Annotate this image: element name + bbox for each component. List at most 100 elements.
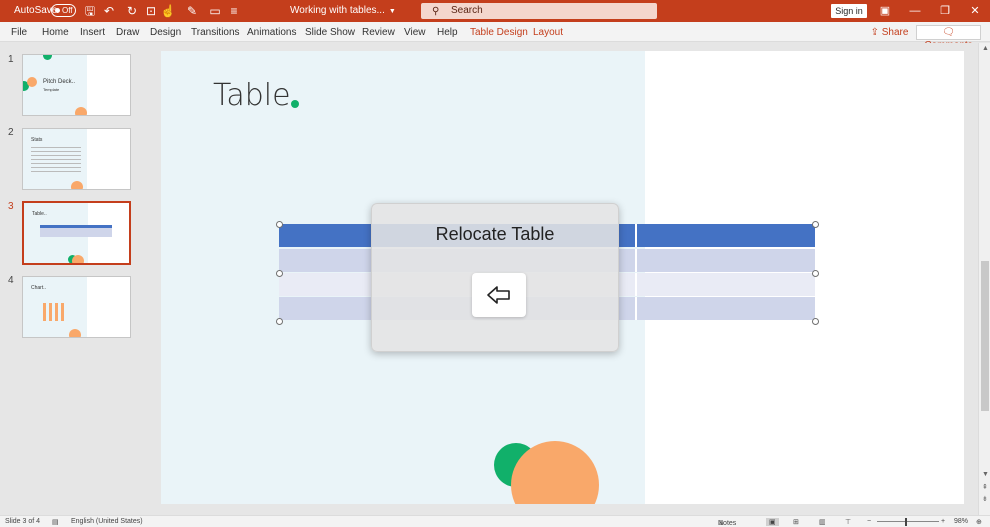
tab-table-design[interactable]: Table Design [470,27,528,38]
tab-draw[interactable]: Draw [116,27,139,38]
tab-review[interactable]: Review [362,27,395,38]
status-bar: Slide 3 of 4 ▤ English (United States) ≜… [0,515,990,527]
thumbnail-title: Pitch Deck.. [43,79,76,85]
share-button[interactable]: ⇪ Share [868,25,911,40]
orange-circle-decoration [72,255,84,263]
thumbnail-chart [43,303,67,321]
previous-slide-icon[interactable]: ⇞ [982,483,988,491]
zoom-out-icon[interactable]: − [867,518,871,525]
slide-title[interactable]: Table [213,78,291,113]
slide-count-status: Slide 3 of 4 [5,518,41,525]
cell-divider [635,224,637,247]
restore-icon[interactable]: ❐ [930,0,960,22]
language-status[interactable]: English (United States) [71,518,143,525]
scroll-thumb[interactable] [981,261,989,411]
slide-thumbnail-3[interactable]: Table.. [22,201,131,265]
resize-handle[interactable] [812,318,819,325]
vertical-scrollbar[interactable]: ▲ ▼ ⇞ ⇟ [978,43,990,515]
ribbon-display-icon[interactable]: ▣ [870,0,900,22]
minimize-icon[interactable]: — [900,0,930,22]
resize-handle[interactable] [276,270,283,277]
present-icon[interactable]: ⊡ [143,3,159,19]
tab-design[interactable]: Design [150,27,181,38]
cell-divider [635,273,637,296]
scroll-down-icon[interactable]: ▼ [982,471,989,478]
tab-view[interactable]: View [404,27,426,38]
resize-handle[interactable] [812,270,819,277]
scroll-up-icon[interactable]: ▲ [982,45,989,52]
slide-number: 3 [8,201,14,212]
accessibility-icon[interactable]: ▤ [52,518,59,526]
slide-canvas[interactable]: Table Relocate Table [161,51,964,504]
thumbnail-table [40,228,112,237]
zoom-slider[interactable] [877,521,939,522]
thumbnail-title: Chart.. [31,285,47,291]
save-icon[interactable]: 🖫 [82,3,98,19]
sign-in-button[interactable]: Sign in [831,4,867,18]
redo-icon[interactable]: ↻ [124,3,140,19]
shape-icon[interactable]: ▭ [207,3,223,19]
search-placeholder: Search [451,5,483,16]
comment-icon: 🗨 [942,27,955,38]
orange-circle-decoration [27,77,37,87]
zoom-slider-thumb[interactable] [905,518,907,526]
draw-icon[interactable]: ✎ [184,3,200,19]
touch-mode-icon[interactable]: ☝ [160,3,176,19]
tab-animations[interactable]: Animations [247,27,296,38]
orange-circle-decoration [75,107,87,115]
relocate-arrow-button[interactable] [472,273,526,317]
thumbnail-title: Stats [31,137,43,143]
tab-slide-show[interactable]: Slide Show [305,27,355,38]
reading-view-icon[interactable]: ▥ [819,518,826,526]
slide-thumbnail-pane: 1 Pitch Deck.. Template 2 Stats 3 Table.… [0,43,146,515]
notes-label: Notes [718,520,737,527]
share-label: Share [881,27,909,38]
arrow-left-icon [487,286,510,304]
title-bar: AutoSave Off 🖫 ↶ ↻ ⊡ ☝ ✎ ▭ ≡ Working wit… [0,0,990,22]
tab-layout[interactable]: Layout [533,27,563,38]
tab-insert[interactable]: Insert [80,27,105,38]
cell-divider [635,249,637,272]
slideshow-icon[interactable]: ⊤ [845,518,851,526]
overlay-title: Relocate Table [435,224,555,244]
thumbnail-subtitle: Template [43,87,60,92]
slide-editing-area: Table Relocate Table [146,43,978,515]
document-title[interactable]: Working with tables... ▼ [290,5,396,16]
document-title-text: Working with tables... [290,5,385,16]
thumbnail-title: Table.. [32,211,47,217]
resize-handle[interactable] [276,221,283,228]
ribbon-tabs: File Home Insert Draw Design Transitions… [0,22,990,51]
thumbnail-text-lines [31,147,81,175]
slide-thumbnail-4[interactable]: Chart.. [22,276,131,338]
fit-to-window-icon[interactable]: ⊕ [976,518,982,526]
orange-circle-decoration [69,329,81,337]
next-slide-icon[interactable]: ⇟ [982,495,988,503]
autosave-toggle[interactable]: Off [51,4,76,17]
resize-handle[interactable] [812,221,819,228]
slide-thumbnail-2[interactable]: Stats [22,128,131,190]
zoom-level[interactable]: 98% [954,518,968,525]
slide-number: 1 [8,54,14,65]
undo-icon[interactable]: ↶ [101,3,117,19]
title-dot-decoration [291,100,299,108]
relocate-table-overlay: Relocate Table [371,203,619,352]
comments-button[interactable]: 🗨 Comments [916,25,981,51]
search-icon: ⚲ [432,6,440,17]
customize-icon[interactable]: ≡ [226,3,242,19]
tab-help[interactable]: Help [437,27,458,38]
chevron-down-icon: ▼ [388,8,396,15]
normal-view-icon[interactable]: ▣ [766,518,779,526]
slide-number: 4 [8,275,14,286]
tab-home[interactable]: Home [42,27,69,38]
zoom-in-icon[interactable]: + [941,518,945,525]
tab-transitions[interactable]: Transitions [191,27,240,38]
close-icon[interactable]: ✕ [960,0,990,22]
orange-circle-decoration [71,181,83,189]
search-input[interactable]: ⚲ Search [421,3,657,19]
share-icon: ⇪ [870,27,882,38]
slide-thumbnail-1[interactable]: Pitch Deck.. Template [22,54,131,116]
resize-handle[interactable] [276,318,283,325]
tab-file[interactable]: File [11,27,27,38]
cell-divider [635,297,637,320]
slide-sorter-icon[interactable]: ⊞ [793,518,799,526]
